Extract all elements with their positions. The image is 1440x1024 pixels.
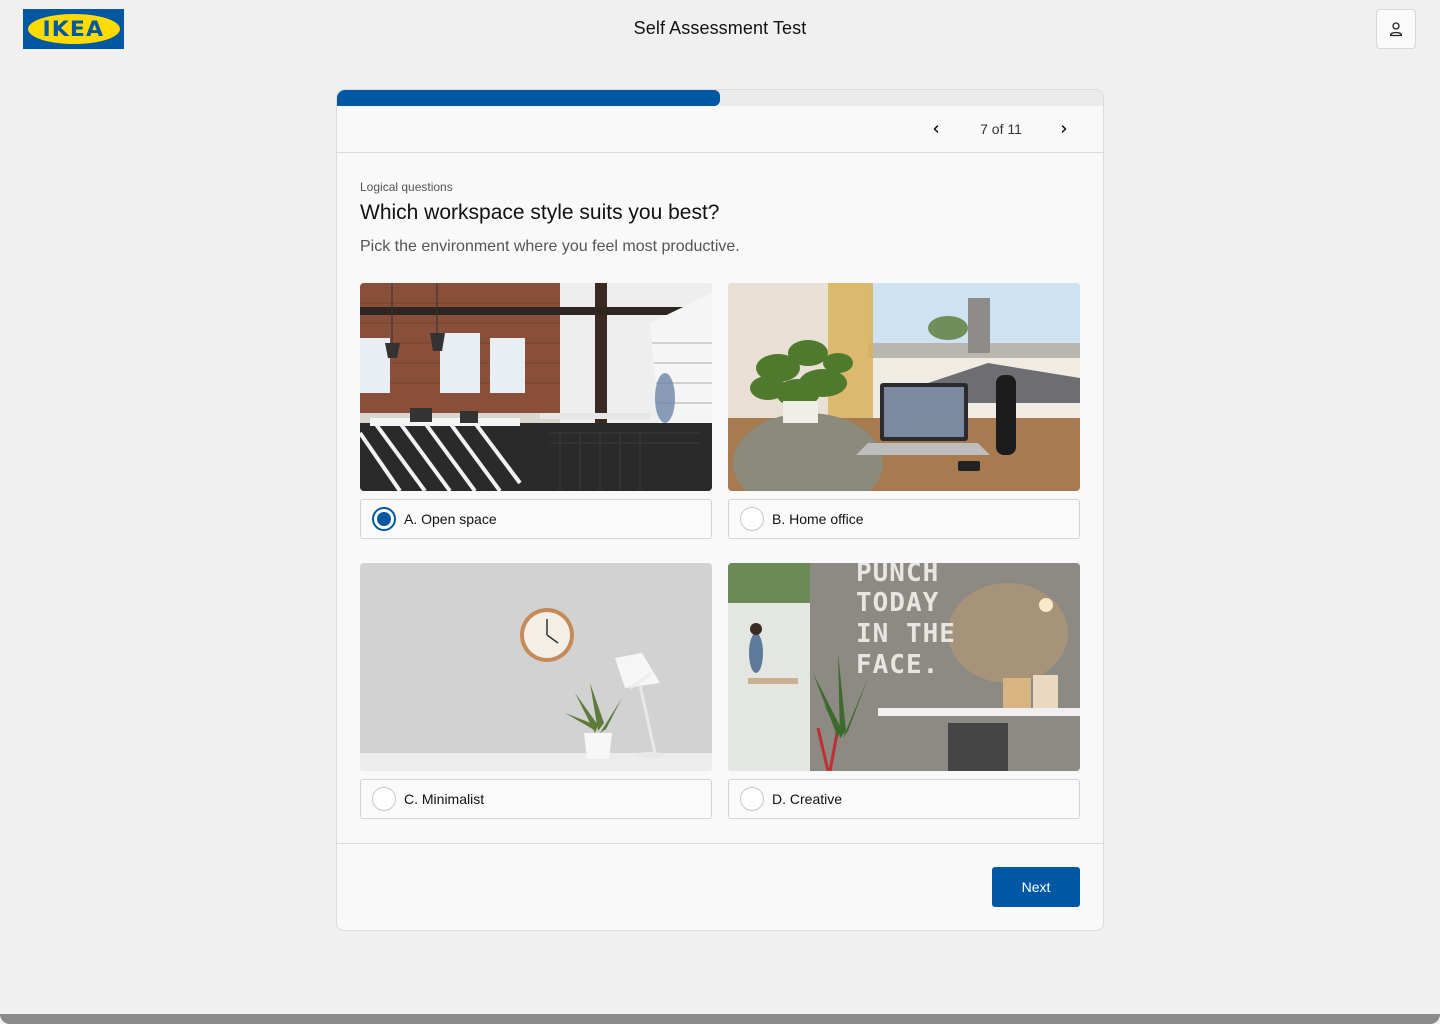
question-card: 7 of 11 Logical questions Which workspac…	[336, 89, 1104, 931]
wall-text-line-4: FACE.	[856, 650, 939, 680]
question-pager: 7 of 11	[337, 106, 1103, 153]
chevron-right-icon	[1061, 125, 1067, 133]
question-counter: 7 of 11	[980, 121, 1022, 137]
chevron-left-icon	[933, 125, 939, 133]
footer-divider	[337, 843, 1103, 844]
next-question-button[interactable]	[1053, 118, 1075, 140]
option-b-image[interactable]	[728, 283, 1080, 491]
option-a-radio[interactable]	[372, 507, 396, 531]
wall-text-line-1: PUNCH	[856, 563, 939, 588]
option-c-radio[interactable]	[372, 787, 396, 811]
question-category: Logical questions	[360, 180, 453, 194]
option-c-image[interactable]	[360, 563, 712, 771]
option-b[interactable]: B. Home office	[728, 499, 1080, 539]
profile-button[interactable]	[1376, 9, 1416, 49]
option-b-radio[interactable]	[740, 507, 764, 531]
option-a-label: A. Open space	[404, 511, 497, 527]
option-d-image[interactable]: PUNCH TODAY IN THE FACE.	[728, 563, 1080, 771]
option-a-image[interactable]	[360, 283, 712, 491]
wall-text-line-2: TODAY	[856, 588, 939, 618]
option-d-label: D. Creative	[772, 791, 843, 807]
option-c-label: C. Minimalist	[404, 791, 485, 807]
option-a[interactable]: A. Open space	[360, 499, 712, 539]
next-button[interactable]: Next	[992, 867, 1080, 907]
progress-fill	[337, 90, 720, 106]
option-d-radio[interactable]	[740, 787, 764, 811]
previous-question-button[interactable]	[925, 118, 947, 140]
radio-selected-dot	[377, 512, 391, 526]
option-b-label: B. Home office	[772, 511, 864, 527]
option-c[interactable]: C. Minimalist	[360, 779, 712, 819]
option-d[interactable]: D. Creative	[728, 779, 1080, 819]
progress-bar	[337, 90, 1103, 106]
wall-text-line-3: IN THE	[856, 619, 956, 649]
question-subtitle: Pick the environment where you feel most…	[360, 238, 740, 255]
window-bottom-edge	[0, 1014, 1440, 1024]
page-title: Self Assessment Test	[633, 18, 807, 38]
app-window: IKEA Self Assessment Test 7 of 11 Logica…	[0, 0, 1440, 1018]
user-icon	[1389, 22, 1403, 37]
question-title: Which workspace style suits you best?	[360, 201, 720, 224]
